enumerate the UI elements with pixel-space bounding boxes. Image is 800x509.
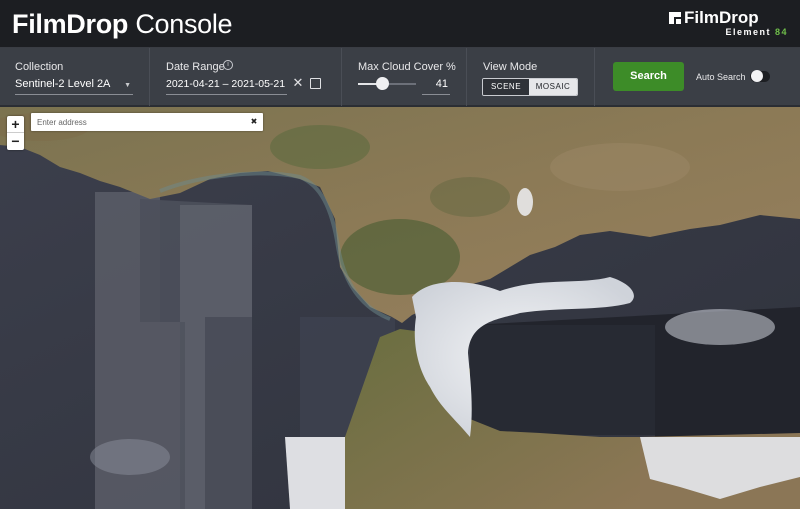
brand-sub-text: Element [725, 27, 771, 37]
cloud-cover-section: Max Cloud Cover % 41 [342, 48, 467, 106]
brand-subtitle: Element 84 [725, 27, 788, 37]
info-icon[interactable]: i [223, 60, 233, 70]
cloud-cover [665, 309, 775, 345]
app-title: FilmDrop Console [12, 7, 233, 41]
app-title-suffix: Console [135, 9, 233, 39]
collection-label: Collection [15, 61, 64, 73]
search-button[interactable]: Search [613, 62, 684, 91]
auto-search-label: Auto Search [696, 72, 746, 82]
cloud-cover-slider-thumb[interactable] [375, 77, 389, 90]
forest-area [270, 125, 370, 169]
cloud-cover [517, 188, 533, 216]
satellite-mosaic [0, 107, 800, 509]
view-mode-section: View Mode SCENE MOSAIC [467, 48, 595, 106]
close-icon[interactable]: ✖ [249, 115, 259, 129]
auto-search-toggle-knob [751, 70, 763, 82]
scene-tile [470, 325, 655, 435]
map-view[interactable] [0, 107, 800, 509]
app-header: FilmDrop Console FilmDrop Element 84 [0, 0, 800, 48]
view-mode-scene-button[interactable]: SCENE [483, 79, 529, 95]
date-range-label: Date Range [166, 61, 225, 73]
date-range-field[interactable]: 2021-04-21 – 2021-05-21 [166, 77, 287, 95]
cloud-cover [90, 439, 170, 475]
forest-area [430, 177, 510, 217]
cloud-cover-label: Max Cloud Cover % [358, 61, 456, 73]
chevron-down-icon: ▼ [124, 82, 131, 89]
brand-sub-number: 84 [774, 27, 788, 37]
auto-search-toggle[interactable] [750, 70, 770, 82]
date-range-checkbox[interactable] [310, 78, 321, 89]
cloud-cover-input[interactable]: 41 [422, 77, 450, 95]
collection-section: Collection Sentinel-2 Level 2A ▼ [0, 48, 150, 106]
address-search: ✖ [31, 113, 263, 131]
zoom-in-button[interactable]: + [7, 116, 24, 133]
app-title-brand: FilmDrop [12, 9, 129, 39]
view-mode-mosaic-button[interactable]: MOSAIC [529, 79, 577, 95]
close-icon[interactable]: ✕ [291, 75, 305, 91]
zoom-control: + − [7, 116, 24, 150]
element84-brand: FilmDrop Element 84 [668, 9, 788, 39]
address-input[interactable] [37, 113, 247, 131]
arid-area [550, 143, 690, 191]
collection-select[interactable]: Sentinel-2 Level 2A ▼ [15, 77, 133, 95]
collection-value: Sentinel-2 Level 2A [15, 78, 111, 90]
view-mode-toggle: SCENE MOSAIC [482, 78, 578, 96]
cloud-cover [285, 437, 345, 509]
search-toolbar: Collection Sentinel-2 Level 2A ▼ Date Ra… [0, 48, 800, 106]
date-range-section: Date Range i 2021-04-21 – 2021-05-21 ✕ [150, 48, 342, 106]
filmdrop-logo-icon [669, 12, 681, 24]
view-mode-label: View Mode [483, 61, 538, 73]
brand-name: FilmDrop [684, 8, 759, 27]
zoom-out-button[interactable]: − [7, 133, 24, 150]
